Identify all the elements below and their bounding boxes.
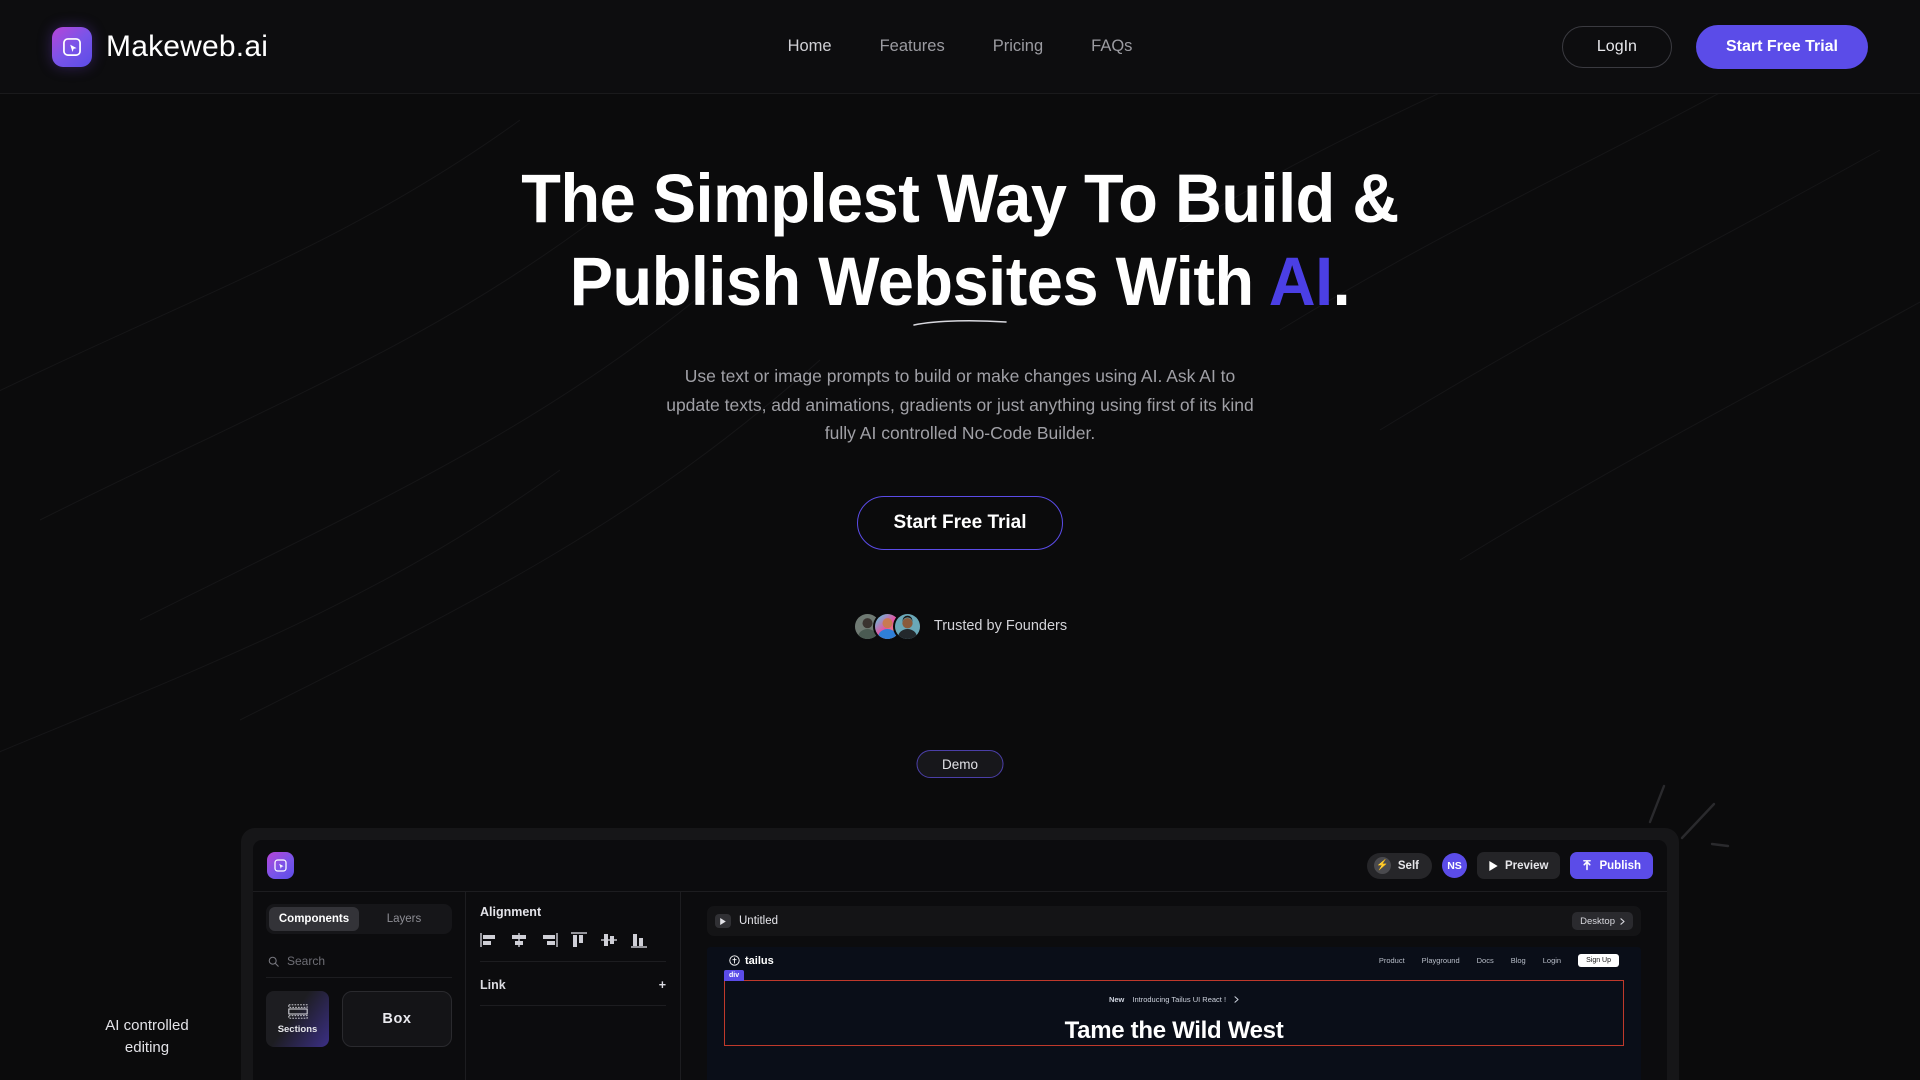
nav-item-home[interactable]: Home	[788, 37, 832, 56]
chevron-right-icon	[1234, 996, 1239, 1003]
preview-site-logo-text: tailus	[745, 954, 774, 967]
align-right-icon[interactable]	[540, 932, 558, 948]
search-placeholder: Search	[287, 954, 326, 968]
announcement-new-tag: New	[1108, 995, 1125, 1004]
preview-site: tailus Product Playground Docs Blog Logi…	[707, 947, 1641, 1080]
tab-layers[interactable]: Layers	[359, 907, 449, 931]
ai-controlled-editing-label: AI controlled editing	[105, 1017, 189, 1056]
component-card-sections[interactable]: Sections	[266, 991, 329, 1047]
app-window: ⚡ Self NS Preview Publish Components Lay…	[253, 840, 1667, 1080]
preview-signup-button[interactable]: Sign Up	[1578, 954, 1619, 967]
login-button[interactable]: LogIn	[1561, 25, 1672, 68]
preview-link-playground[interactable]: Playground	[1422, 956, 1460, 965]
trusted-by-founders: Trusted by Founders	[0, 611, 1920, 641]
selection-badge: div	[724, 970, 745, 981]
publish-button[interactable]: Publish	[1570, 852, 1653, 879]
viewport-selector[interactable]: Desktop	[1572, 912, 1633, 930]
nav-item-pricing[interactable]: Pricing	[993, 37, 1043, 56]
preview-link-blog[interactable]: Blog	[1511, 956, 1526, 965]
page-title: The Simplest Way To Build & Publish Webs…	[58, 164, 1863, 316]
hero-cta-wrap: Start Free Trial	[0, 495, 1920, 550]
nav-item-faqs[interactable]: FAQs	[1091, 37, 1132, 56]
align-left-icon[interactable]	[480, 932, 498, 948]
align-bottom-icon[interactable]	[630, 932, 648, 948]
announcement-text: Introducing Tailus UI React !	[1132, 995, 1227, 1004]
lightning-icon: ⚡	[1373, 857, 1391, 874]
upload-icon	[1583, 860, 1592, 871]
alignment-buttons	[480, 932, 666, 962]
play-icon	[1489, 860, 1498, 871]
founder-avatars	[852, 611, 922, 641]
preview-site-links: Product Playground Docs Blog Login Sign …	[1379, 954, 1619, 967]
cursor-box-icon	[52, 26, 92, 67]
builder-body: Components Layers Search Sections Box Al…	[253, 892, 1667, 1080]
components-panel: Components Layers Search Sections Box	[253, 892, 466, 1080]
preview-site-nav: tailus Product Playground Docs Blog Logi…	[707, 947, 1641, 974]
link-property-row: Link +	[480, 978, 666, 1006]
preview-link-docs[interactable]: Docs	[1477, 956, 1494, 965]
align-top-icon[interactable]	[570, 932, 588, 948]
headline-period: .	[1332, 243, 1351, 320]
selected-div[interactable]: New Introducing Tailus UI React ! Tame t…	[724, 980, 1624, 1046]
user-avatar-initials[interactable]: NS	[1441, 853, 1467, 878]
sections-icon	[287, 1003, 308, 1019]
builder-toolbar: ⚡ Self NS Preview Publish	[253, 840, 1667, 892]
preview-label: Preview	[1504, 859, 1549, 872]
headline-line-2-text: Publish Websites With	[569, 243, 1269, 320]
self-mode-label: Self	[1397, 859, 1419, 872]
viewport-label: Desktop	[1580, 915, 1615, 927]
plus-icon[interactable]: +	[659, 978, 666, 992]
canvas-toolbar: Untitled Desktop	[707, 906, 1641, 936]
alignment-title: Alignment	[480, 905, 542, 919]
headline-line-1: The Simplest Way To Build &	[521, 160, 1399, 237]
preview-site-headline: Tame the Wild West	[1064, 1017, 1284, 1044]
panel-tabs: Components Layers	[266, 904, 452, 934]
site-header: Makeweb.ai Home Features Pricing FAQs Lo…	[0, 0, 1920, 94]
preview-link-product[interactable]: Product	[1379, 956, 1405, 965]
start-free-trial-button-header[interactable]: Start Free Trial	[1695, 24, 1868, 69]
search-input[interactable]: Search	[266, 942, 452, 978]
demo-badge[interactable]: Demo	[916, 750, 1004, 778]
trusted-label: Trusted by Founders	[933, 618, 1068, 635]
preview-link-login[interactable]: Login	[1543, 956, 1561, 965]
link-label: Link	[480, 978, 506, 992]
selected-element-wrap: div New Introducing Tailus UI React ! Ta…	[724, 970, 1624, 1046]
builder-logo-icon[interactable]	[267, 852, 294, 879]
search-icon	[268, 956, 279, 967]
canvas-page-title: Untitled	[739, 915, 778, 927]
align-center-horizontal-icon[interactable]	[510, 932, 528, 948]
align-center-vertical-icon[interactable]	[600, 932, 618, 948]
brand-logo[interactable]: Makeweb.ai	[52, 26, 269, 67]
tailus-icon	[729, 955, 740, 966]
preview-button[interactable]: Preview	[1476, 852, 1561, 879]
canvas-area: Untitled Desktop tailus Product Playgrou…	[681, 892, 1667, 1080]
headline-line-2: Publish Websites With AI.	[58, 247, 1863, 316]
landing-page: Makeweb.ai Home Features Pricing FAQs Lo…	[0, 0, 1920, 1080]
app-mockup: ⚡ Self NS Preview Publish Components Lay…	[241, 828, 1679, 1080]
brand-name: Makeweb.ai	[106, 29, 269, 63]
announcement-banner[interactable]: New Introducing Tailus UI React !	[1109, 995, 1239, 1004]
play-icon[interactable]	[715, 914, 731, 928]
nav-item-features[interactable]: Features	[880, 37, 945, 56]
publish-label: Publish	[1599, 859, 1641, 872]
component-card-box[interactable]: Box	[342, 991, 452, 1047]
self-mode-chip[interactable]: ⚡ Self	[1366, 852, 1432, 879]
hero-subtitle: Use text or image prompts to build or ma…	[666, 366, 1254, 444]
start-free-trial-button-hero[interactable]: Start Free Trial	[857, 495, 1063, 550]
hero-section: The Simplest Way To Build & Publish Webs…	[0, 94, 1920, 641]
avatar	[892, 611, 922, 641]
component-cards: Sections Box	[266, 991, 452, 1047]
tab-components[interactable]: Components	[269, 907, 359, 931]
header-actions: LogIn Start Free Trial	[1561, 24, 1868, 69]
headline-ai-highlight: AI	[1268, 243, 1333, 320]
properties-panel: Alignment Link +	[466, 892, 681, 1080]
preview-site-logo: tailus	[729, 955, 774, 967]
chevron-right-icon	[1620, 917, 1625, 925]
component-card-sections-label: Sections	[277, 1023, 318, 1035]
